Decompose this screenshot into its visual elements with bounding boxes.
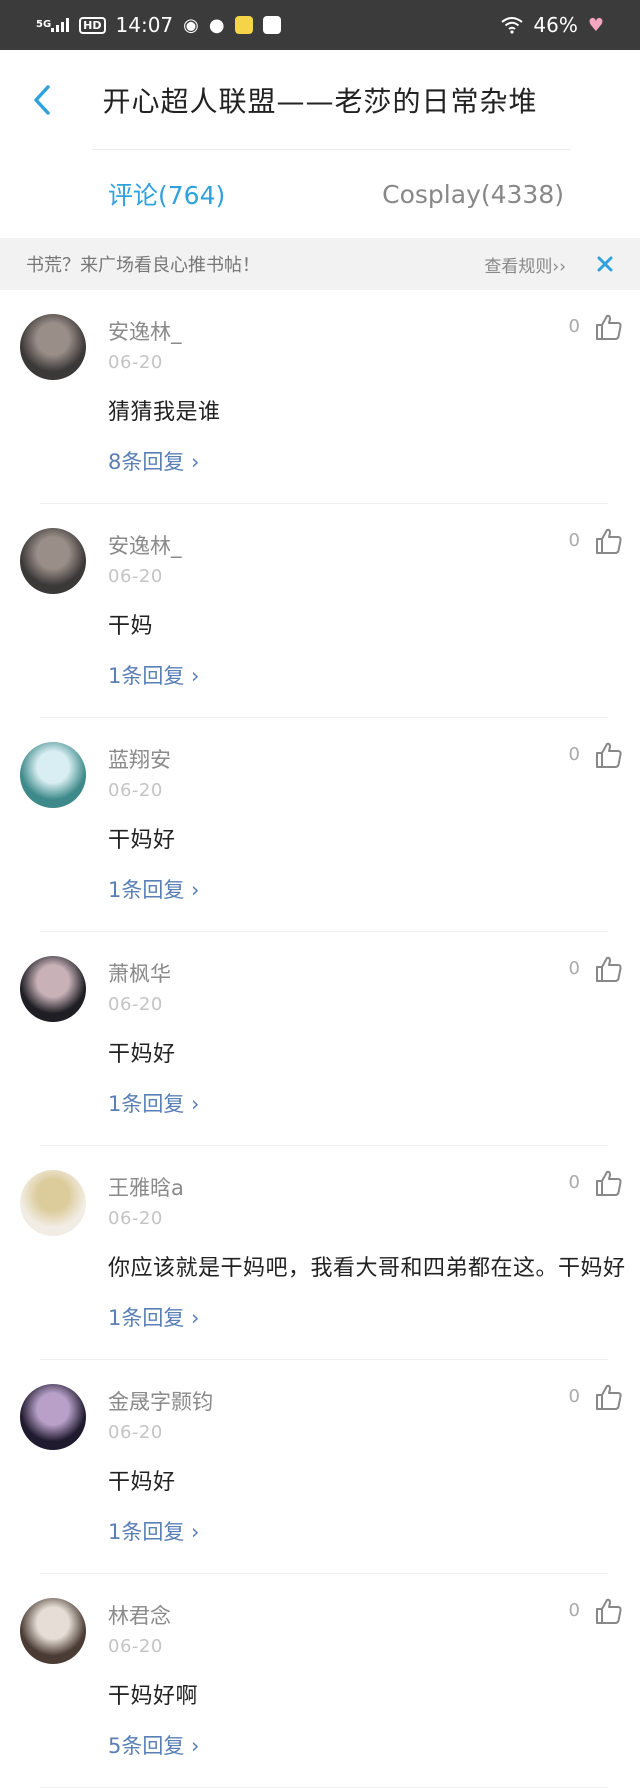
comment-date: 06-20: [108, 780, 163, 801]
weibo-icon: ◉: [183, 14, 199, 36]
comment-item: 安逸林_ 06-20 干妈 1条回复 › 0: [0, 504, 640, 718]
network-indicator: 5G: [36, 18, 70, 32]
thumbs-up-icon[interactable]: [594, 1596, 624, 1626]
comment-date: 06-20: [108, 994, 163, 1015]
avatar[interactable]: [20, 742, 86, 808]
replies-link[interactable]: 1条回复 ›: [108, 1088, 199, 1118]
view-rules-link[interactable]: 查看规则››: [484, 252, 566, 277]
like-count: 0: [568, 1172, 580, 1193]
page-title: 开心超人联盟——老莎的日常杂堆: [102, 85, 538, 118]
comment-date: 06-20: [108, 1422, 163, 1443]
nav-bar: 开心超人联盟——老莎的日常杂堆: [0, 50, 640, 150]
heart-icon: ♥: [587, 14, 604, 36]
status-bar-left: 5G HD 14:07 ◉ ●: [36, 13, 281, 37]
like-count: 0: [568, 316, 580, 337]
back-button[interactable]: [22, 80, 62, 120]
comment-date: 06-20: [108, 352, 163, 373]
replies-link[interactable]: 1条回复 ›: [108, 1516, 199, 1546]
wechat-icon: ●: [208, 14, 225, 36]
app-notification-icon: [234, 16, 253, 34]
comment-text: 猜猜我是谁: [108, 400, 221, 425]
thumbs-up-icon[interactable]: [594, 526, 624, 556]
comment-date: 06-20: [108, 566, 163, 587]
avatar[interactable]: [20, 1598, 86, 1664]
comment-text: 干妈好啊: [108, 1684, 199, 1709]
comment-author[interactable]: 安逸林_: [108, 530, 182, 560]
clock: 14:07: [115, 13, 174, 37]
comment-text: 干妈好: [108, 1042, 176, 1067]
avatar[interactable]: [20, 1170, 86, 1236]
comment-list: 安逸林_ 06-20 猜猜我是谁 8条回复 › 0 安逸林_ 06-20 干妈 …: [0, 290, 640, 1788]
like-count: 0: [568, 958, 580, 979]
comment-item: 王雅晗a 06-20 你应该就是干妈吧，我看大哥和四弟都在这。干妈好 1条回复 …: [0, 1146, 640, 1360]
close-notice-button[interactable]: [594, 253, 616, 275]
nav-divider: [92, 149, 570, 150]
comment-item: 林君念 06-20 干妈好啊 5条回复 › 0: [0, 1574, 640, 1788]
thumbs-up-icon[interactable]: [594, 312, 624, 342]
like-count: 0: [568, 744, 580, 765]
comment-author[interactable]: 萧枫华: [108, 958, 171, 988]
hd-badge: HD: [79, 16, 106, 34]
status-bar-right: 46% ♥: [501, 13, 604, 37]
like-count: 0: [568, 530, 580, 551]
comment-text: 干妈好: [108, 828, 176, 853]
comment-item: 金晟字颢钧 06-20 干妈好 1条回复 › 0: [0, 1360, 640, 1574]
comment-date: 06-20: [108, 1636, 163, 1657]
signal-icon: [51, 18, 70, 32]
like-count: 0: [568, 1600, 580, 1621]
replies-link[interactable]: 5条回复 ›: [108, 1730, 199, 1760]
thumbs-up-icon[interactable]: [594, 1168, 624, 1198]
avatar[interactable]: [20, 956, 86, 1022]
wifi-icon: [501, 17, 524, 34]
network-label: 5G: [36, 19, 52, 30]
avatar[interactable]: [20, 314, 86, 380]
thumbs-up-icon[interactable]: [594, 1382, 624, 1412]
comment-item: 安逸林_ 06-20 猜猜我是谁 8条回复 › 0: [0, 290, 640, 504]
comment-text: 你应该就是干妈吧，我看大哥和四弟都在这。干妈好: [108, 1256, 626, 1281]
replies-link[interactable]: 1条回复 ›: [108, 660, 199, 690]
replies-link[interactable]: 8条回复 ›: [108, 446, 199, 476]
thumbs-up-icon[interactable]: [594, 740, 624, 770]
close-icon: [597, 256, 613, 272]
comment-author[interactable]: 安逸林_: [108, 316, 182, 346]
comment-item: 萧枫华 06-20 干妈好 1条回复 › 0: [0, 932, 640, 1146]
tab-bar: 评论(764) Cosplay(4338): [0, 150, 640, 238]
comment-author[interactable]: 蓝翔安: [108, 744, 171, 774]
comment-text: 干妈好: [108, 1470, 176, 1495]
comment-text: 干妈: [108, 614, 154, 639]
tab-cosplay[interactable]: Cosplay(4338): [382, 180, 564, 209]
notice-text[interactable]: 书荒？来广场看良心推书帖！: [26, 251, 484, 277]
thumbs-up-icon[interactable]: [594, 954, 624, 984]
avatar[interactable]: [20, 528, 86, 594]
replies-link[interactable]: 1条回复 ›: [108, 874, 199, 904]
comment-item: 蓝翔安 06-20 干妈好 1条回复 › 0: [0, 718, 640, 932]
status-bar: 5G HD 14:07 ◉ ● 46% ♥: [0, 0, 640, 50]
comment-author[interactable]: 王雅晗a: [108, 1172, 184, 1202]
like-count: 0: [568, 1386, 580, 1407]
replies-link[interactable]: 1条回复 ›: [108, 1302, 199, 1332]
battery-level: 46%: [533, 13, 578, 37]
notification-icon: [262, 16, 281, 34]
comment-date: 06-20: [108, 1208, 163, 1229]
comment-author[interactable]: 金晟字颢钧: [108, 1386, 213, 1416]
chevron-left-icon: [34, 85, 50, 115]
notice-banner: 书荒？来广场看良心推书帖！ 查看规则››: [0, 238, 640, 290]
avatar[interactable]: [20, 1384, 86, 1450]
tab-comments[interactable]: 评论(764): [108, 176, 225, 212]
comment-author[interactable]: 林君念: [108, 1600, 171, 1630]
